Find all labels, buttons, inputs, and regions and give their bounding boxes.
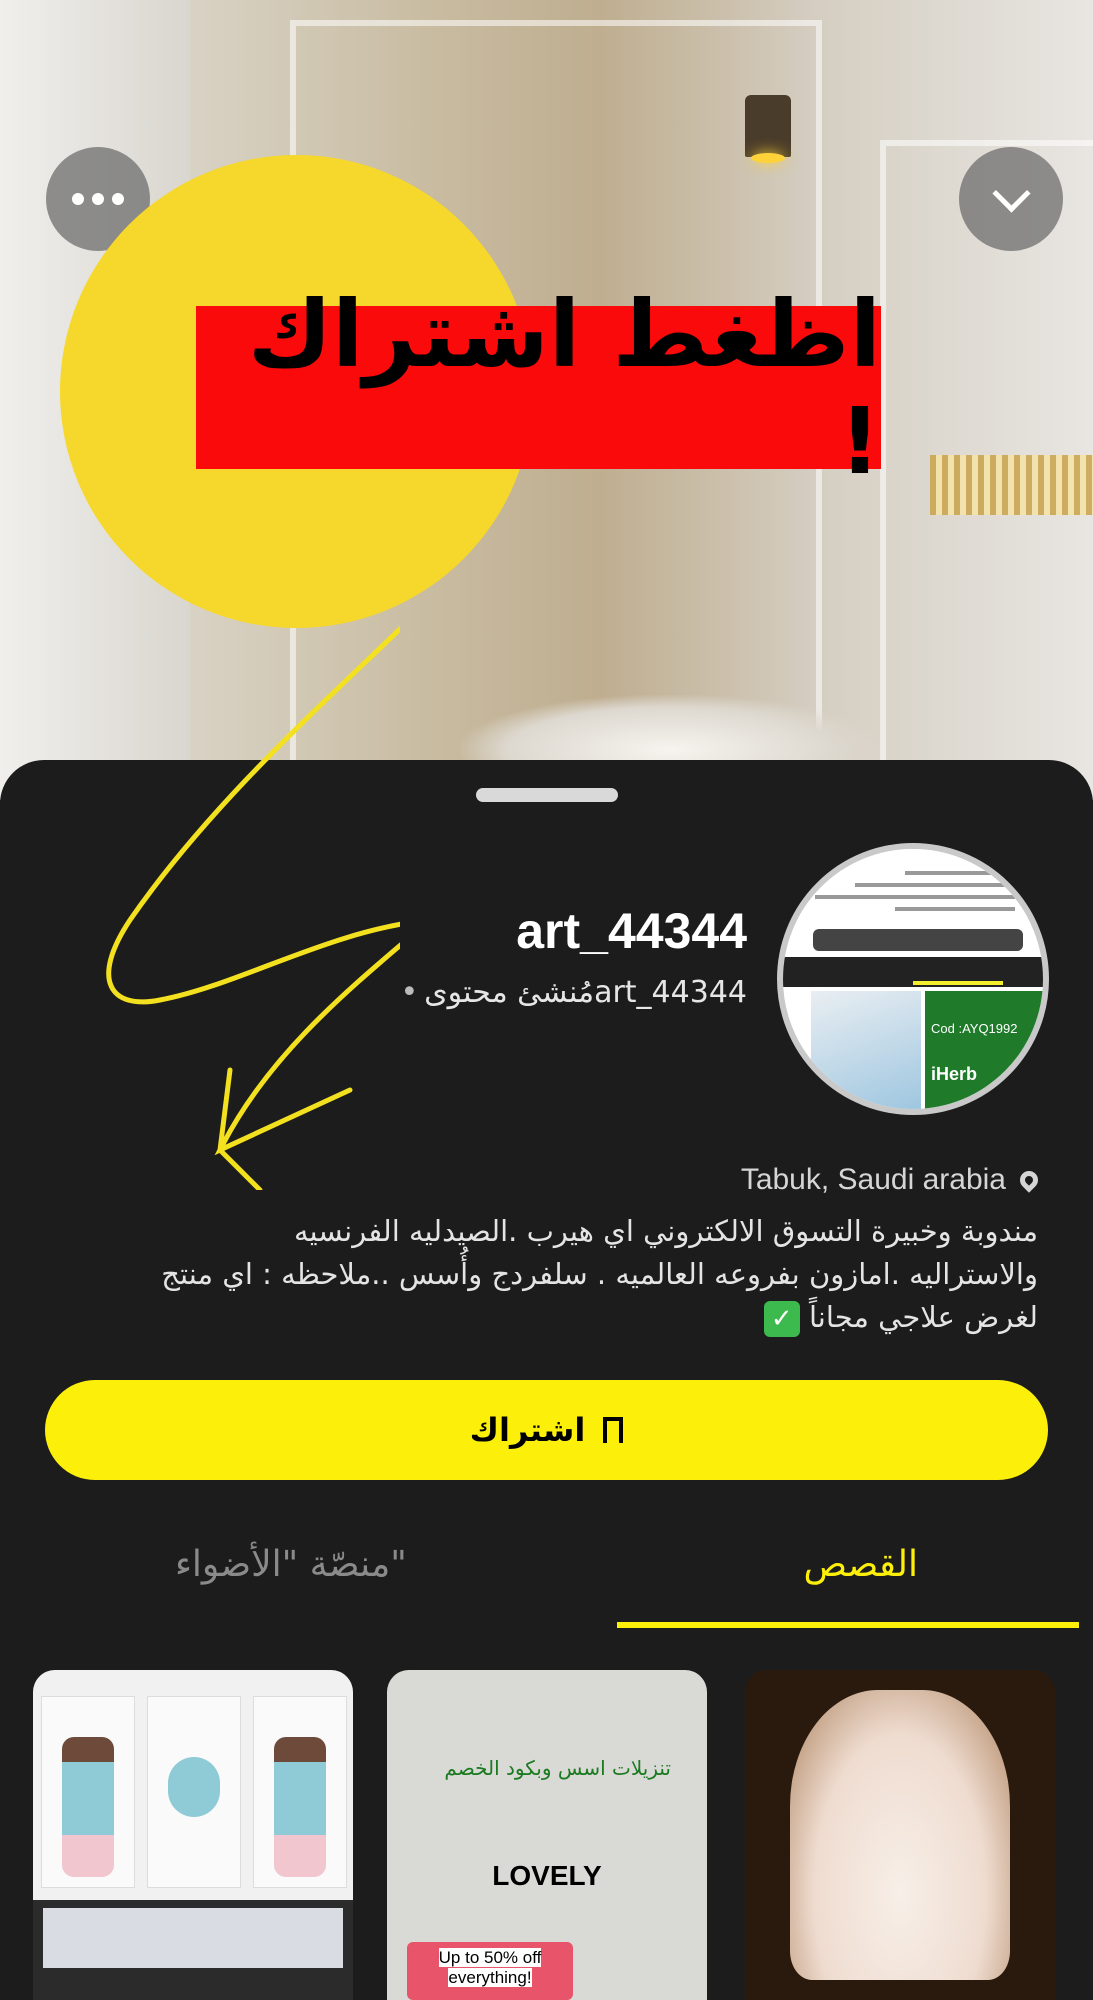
avatar-tabs: [783, 957, 1043, 987]
check-mark-icon: ✓: [763, 1301, 800, 1337]
avatar-thumbnail: [925, 991, 1043, 1109]
collapse-button[interactable]: [959, 147, 1063, 251]
bio-line: والاستراليه .امازون بفروعه العالميه . سل…: [161, 1257, 1038, 1291]
chandelier: [930, 455, 1093, 515]
tab-spotlight[interactable]: منصّة "الأضواء": [175, 1544, 407, 1585]
avatar-text-line: [815, 895, 1015, 899]
bio-line: لغرض علاجي مجاناً: [808, 1300, 1038, 1334]
subtitle-text: art_44344مُنشئ محتوى: [424, 975, 747, 1010]
story-tile[interactable]: [33, 1670, 353, 2000]
username: art_44344: [516, 903, 747, 959]
dress-image: [790, 1690, 1010, 1980]
tile-brand: LOVELY: [492, 1860, 602, 1891]
avatar[interactable]: Cod :AYQ1992 iHerb: [777, 843, 1049, 1115]
tab-stories[interactable]: القصص: [803, 1544, 918, 1585]
laptop-image: [33, 1900, 353, 2000]
avatar-text-line: [855, 883, 1015, 887]
location: Tabuk, Saudi arabia: [740, 1163, 1042, 1197]
more-icon-dot: [112, 193, 124, 205]
avatar-thumbnail: [811, 991, 921, 1109]
banner-text: اظغط اشتراك !: [247, 280, 881, 495]
product-card: [41, 1696, 135, 1888]
promo-line: Up to 50% off: [438, 1948, 542, 1967]
signature-scribble: [106, 625, 400, 1190]
product-card: [147, 1696, 241, 1888]
profile-subtitle: art_44344مُنشئ محتوى•: [400, 975, 747, 1010]
overlay-banner: اظغط اشتراك !: [196, 281, 881, 495]
product-card: [253, 1696, 347, 1888]
product-image: [274, 1737, 326, 1877]
avatar-brand-text: iHerb: [931, 1064, 978, 1084]
more-icon: [72, 193, 84, 205]
avatar-header: [783, 849, 1043, 921]
promo-line: everything!: [448, 1968, 532, 1987]
product-image: [168, 1757, 220, 1817]
story-tile[interactable]: [745, 1670, 1055, 2000]
dot-separator: •: [400, 975, 419, 1010]
more-icon-dot: [92, 193, 104, 205]
ceiling-lamp: [745, 95, 791, 163]
avatar-text-line: [895, 907, 1015, 911]
story-tile[interactable]: تنزيلات اسس وبكود الخصم LOVELY Up to 50%…: [387, 1670, 707, 2000]
active-tab-indicator: [617, 1622, 1079, 1628]
bio: مندوبة وخبيرة التسوق الالكتروني اي هيرب …: [78, 1210, 1038, 1339]
product-image: [62, 1737, 114, 1877]
chevron-down-icon: [991, 173, 1031, 213]
subscribe-label: اشتراك: [469, 1411, 586, 1449]
tile-caption: تنزيلات اسس وبكود الخصم: [444, 1756, 671, 1780]
avatar-button-bar: [813, 929, 1023, 951]
bookmark-icon: [603, 1417, 632, 1451]
avatar-cod-text: Cod :AYQ1992: [931, 1021, 1018, 1036]
bio-line: مندوبة وخبيرة التسوق الالكتروني اي هيرب …: [293, 1214, 1038, 1248]
avatar-text-line: [905, 871, 1015, 875]
subscribe-button[interactable]: اشتراك: [45, 1380, 1048, 1480]
drag-handle[interactable]: [476, 788, 618, 802]
location-pin-icon: [1016, 1167, 1042, 1193]
location-text: Tabuk, Saudi arabia: [740, 1163, 1006, 1196]
promo-badge: Up to 50% off everything!: [407, 1942, 573, 2000]
